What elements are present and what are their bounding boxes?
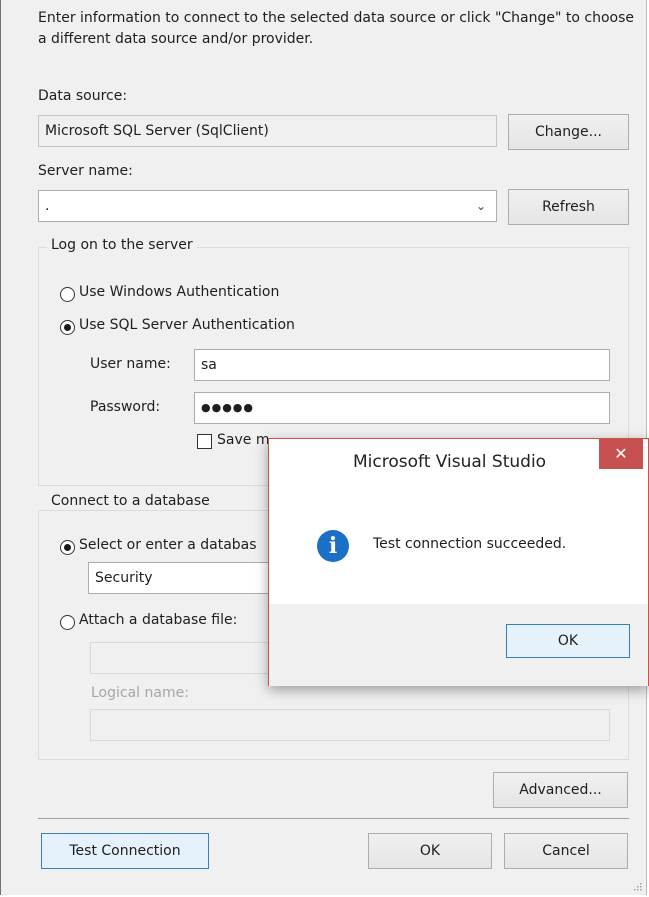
windows-auth-label[interactable]: Use Windows Authentication [79,284,279,300]
logon-legend: Log on to the server [47,237,197,253]
info-icon: i [317,530,349,562]
data-source-field: Microsoft SQL Server (SqlClient) [38,115,497,147]
attach-database-radio[interactable] [60,615,75,634]
message-text: Test connection succeeded. [373,536,567,552]
database-name-combobox[interactable]: Security [88,562,278,594]
attach-file-input [90,642,280,674]
cancel-button[interactable]: Cancel [504,833,628,869]
chevron-down-icon[interactable]: ⌄ [476,191,486,221]
message-box-title: Microsoft Visual Studio [353,452,547,472]
server-name-value: . [45,198,50,214]
resize-grip-icon[interactable] [632,881,642,891]
message-box: Microsoft Visual Studio ✕ i Test connect… [268,438,649,686]
refresh-button[interactable]: Refresh [508,189,629,225]
database-legend: Connect to a database [47,493,214,509]
radio-icon [60,615,75,630]
sql-auth-radio[interactable] [60,320,75,339]
advanced-button[interactable]: Advanced... [493,772,628,808]
close-icon[interactable]: ✕ [599,439,643,469]
save-password-checkbox[interactable] [197,434,212,449]
password-input[interactable]: ●●●●● [194,392,610,424]
save-password-label[interactable]: Save m [217,432,269,448]
password-label: Password: [90,399,161,415]
separator [38,818,629,819]
user-name-label: User name: [90,356,171,372]
radio-icon [60,287,75,302]
message-ok-button[interactable]: OK [506,624,630,658]
intro-text: Enter information to connect to the sele… [38,10,634,47]
select-database-label[interactable]: Select or enter a databas [79,537,257,553]
data-source-label: Data source: [38,88,128,104]
ok-button[interactable]: OK [368,833,492,869]
test-connection-button[interactable]: Test Connection [41,833,209,869]
attach-database-label[interactable]: Attach a database file: [79,612,237,628]
radio-selected-icon [60,540,75,555]
select-database-radio[interactable] [60,540,75,559]
radio-selected-icon [60,320,75,335]
server-name-combobox[interactable]: . ⌄ [38,190,497,222]
user-name-input[interactable]: sa [194,349,610,381]
logical-name-input [90,709,610,741]
change-button[interactable]: Change... [508,114,629,150]
logical-name-label: Logical name: [91,685,189,701]
sql-auth-label[interactable]: Use SQL Server Authentication [79,317,295,333]
windows-auth-radio[interactable] [60,287,75,306]
server-name-label: Server name: [38,163,133,179]
